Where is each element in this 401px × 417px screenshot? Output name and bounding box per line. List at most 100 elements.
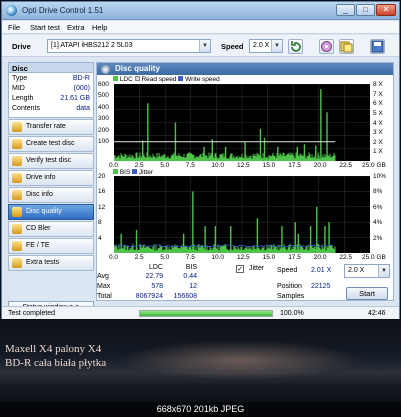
- bis-chart: [113, 175, 370, 253]
- x-tick: 22.5: [339, 254, 353, 261]
- y-tick-left: 400: [98, 103, 109, 111]
- sunset-glow: [120, 340, 360, 380]
- x-tick: 17.5: [288, 254, 301, 261]
- max-ldc: 578: [151, 283, 163, 290]
- menu-start-test[interactable]: Start test: [30, 23, 60, 32]
- x-tick: 15.0: [262, 254, 276, 261]
- status-bar: Test completed 100.0% 42:46: [2, 306, 399, 319]
- y-tick-right: 5 X: [373, 109, 383, 117]
- disc-header: Disc: [8, 62, 94, 73]
- x-tick: 5.0: [160, 254, 170, 261]
- y-tick-right: 6%: [373, 203, 383, 211]
- chevron-down-icon: ▼: [199, 40, 210, 52]
- chevron-down-icon: ▼: [378, 265, 389, 277]
- status-text: Test completed: [8, 310, 56, 317]
- menu-help[interactable]: Help: [92, 23, 107, 32]
- speed-stat-select[interactable]: 2.0 X ▼: [344, 264, 390, 278]
- nav-label: Disc quality: [26, 208, 62, 215]
- speed-label: Speed: [221, 42, 244, 51]
- y-tick-left: 600: [98, 81, 109, 88]
- write-speed-legend-swatch: [178, 76, 184, 81]
- nav-transfer-rate[interactable]: Transfer rate: [8, 119, 94, 135]
- nav-extra-tests[interactable]: Extra tests: [8, 255, 94, 271]
- x-tick: 12.5: [237, 162, 250, 169]
- nav-create-test-disc[interactable]: Create test disc: [8, 136, 94, 152]
- caption-line-1: Maxell X4 palony X4: [5, 343, 102, 355]
- verify-disc-icon: [12, 156, 22, 166]
- drive-select-value: [1] ATAPI iHBS212 2 5L03: [51, 42, 133, 49]
- y-tick-left: 8: [98, 219, 102, 227]
- total-label: Total: [97, 293, 112, 300]
- stats-area: LDC BIS Avg 22.79 0.44 Max 578 12 Total …: [97, 263, 393, 301]
- close-button[interactable]: ✕: [376, 4, 396, 16]
- y-tick-right: 7 X: [373, 90, 383, 98]
- max-bis: 12: [189, 283, 197, 290]
- maximize-button[interactable]: □: [356, 4, 375, 16]
- minimize-button[interactable]: _: [336, 4, 355, 16]
- menu-file[interactable]: File: [8, 23, 20, 32]
- y-tick-right: 8 X: [373, 81, 383, 88]
- x-tick: 5.0: [160, 162, 170, 169]
- nav-verify-test-disc[interactable]: Verify test disc: [8, 153, 94, 169]
- extra-tests-icon: [12, 258, 22, 268]
- nav-disc-quality[interactable]: Disc quality: [8, 204, 94, 220]
- nav-label: Create test disc: [26, 140, 75, 147]
- nav-label: CD Bler: [26, 225, 51, 232]
- disc-copy-icon[interactable]: [339, 39, 354, 54]
- legend-ldc: LDC: [119, 76, 133, 83]
- panel-title: Disc quality: [97, 63, 393, 75]
- avg-bis: 0.44: [183, 273, 197, 280]
- progress-fill: [140, 311, 272, 316]
- fe-te-icon: [12, 241, 22, 251]
- total-bis: 156608: [173, 293, 197, 300]
- disc-contents-label: Contents: [12, 105, 41, 112]
- left-panel: Disc Type BD-R MID (000) Length 21.61 GB…: [8, 62, 94, 317]
- x-tick: 10.0: [211, 254, 225, 261]
- drive-info-icon: [12, 173, 22, 183]
- x-tick: 20.0: [313, 162, 327, 169]
- disc-type-value: BD-R: [72, 75, 90, 82]
- y-tick-left: 500: [98, 92, 109, 100]
- y-tick-left: 12: [98, 203, 106, 211]
- app-window: Opti Drive Control 1.51 _ □ ✕ File Start…: [1, 1, 400, 319]
- y-tick-right: 4%: [373, 219, 383, 227]
- cd-bler-icon: [12, 224, 22, 234]
- nav-label: Verify test disc: [26, 157, 72, 164]
- speed-stat-label: Speed: [277, 267, 298, 274]
- y-tick-left: 16: [98, 188, 106, 196]
- nav-fe-te[interactable]: FE / TE: [8, 238, 94, 254]
- x-tick: 17.5: [288, 162, 301, 169]
- drive-select[interactable]: [1] ATAPI iHBS212 2 5L03 ▼: [47, 39, 211, 53]
- jitter-legend-swatch: [132, 169, 138, 174]
- max-label: Max: [97, 283, 111, 290]
- erase-icon[interactable]: [319, 39, 334, 54]
- avg-ldc: 22.79: [145, 273, 163, 280]
- disc-mid-value: (000): [73, 85, 90, 92]
- speed-select[interactable]: 2.0 X ▼: [249, 39, 283, 53]
- x-tick: 0.0: [109, 254, 119, 261]
- nav-label: Disc info: [26, 191, 53, 198]
- total-ldc: 8067924: [135, 293, 163, 300]
- x-tick: 22.5: [339, 162, 353, 169]
- legend-bis: BIS: [119, 169, 131, 176]
- y-tick-right: 2 X: [373, 138, 383, 146]
- save-icon[interactable]: [370, 39, 385, 54]
- refresh-icon[interactable]: [288, 39, 303, 54]
- jitter-checkbox[interactable]: ✓: [236, 265, 244, 273]
- disc-mid-label: MID: [12, 85, 25, 92]
- legend-read-speed: Read speed: [141, 76, 177, 83]
- nav-drive-info[interactable]: Drive info: [8, 170, 94, 186]
- disc-info-icon: [12, 190, 22, 200]
- speed-select-value: 2.0 X: [253, 42, 270, 49]
- menu-extra[interactable]: Extra: [67, 23, 85, 32]
- x-tick: 0.0: [109, 162, 119, 169]
- nav-cd-bler[interactable]: CD Bler: [8, 221, 94, 237]
- start-button[interactable]: Start: [346, 287, 388, 300]
- x-tick: 2.5: [134, 162, 144, 169]
- nav-label: Extra tests: [26, 259, 60, 266]
- disc-contents-value: data: [76, 105, 90, 112]
- jitter-label: Jitter: [249, 265, 265, 272]
- y-tick-right: 1 X: [373, 148, 383, 156]
- nav-disc-info[interactable]: Disc info: [8, 187, 94, 203]
- x-tick: 7.5: [185, 162, 195, 169]
